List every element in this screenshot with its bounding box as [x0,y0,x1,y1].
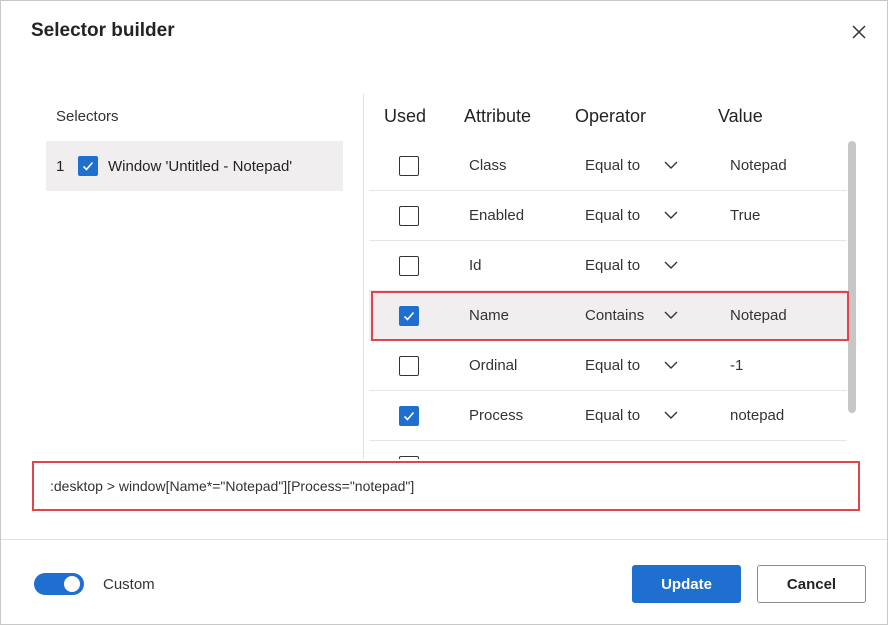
selector-builder-dialog: Selector builder Selectors 1 Window 'Unt… [0,0,888,625]
attribute-value: notepad [730,407,785,424]
table-row [369,441,847,459]
selector-label: Window 'Untitled - Notepad' [108,157,293,175]
selector-checkbox[interactable] [78,156,98,176]
chevron-down-icon[interactable] [663,357,679,373]
operator-dropdown[interactable]: Equal to [585,157,640,174]
used-checkbox[interactable] [399,356,419,376]
checkmark-icon [82,161,94,171]
column-header-operator: Operator [575,106,647,126]
update-button[interactable]: Update [632,565,741,603]
chevron-down-icon[interactable] [663,207,679,223]
selector-item[interactable]: 1 Window 'Untitled - Notepad' [46,141,343,191]
attribute-name: Class [469,157,507,174]
attribute-name: Ordinal [469,357,518,374]
attribute-name: Process [469,407,524,424]
close-icon [852,25,866,39]
attribute-value: -1 [730,357,744,374]
selector-text: :desktop > window[Name*="Notepad"][Proce… [50,478,415,494]
cancel-button[interactable]: Cancel [757,565,866,603]
selector-index: 1 [56,157,65,175]
used-checkbox[interactable] [399,306,419,326]
attribute-name: Id [469,257,482,274]
used-checkbox[interactable] [399,406,419,426]
column-header-value: Value [718,106,763,126]
attribute-value: True [730,207,761,224]
table-scrollbar[interactable] [848,141,856,413]
checkmark-icon [403,411,415,421]
checkmark-icon [403,311,415,321]
table-row: Process Equal to notepad [369,391,847,441]
operator-dropdown[interactable]: Equal to [585,407,640,424]
used-checkbox[interactable] [399,206,419,226]
chevron-down-icon[interactable] [663,157,679,173]
used-checkbox[interactable] [399,256,419,276]
used-checkbox[interactable] [399,456,419,459]
attribute-name: Enabled [469,207,525,224]
table-row: Class Equal to Notepad [369,141,847,191]
chevron-down-icon[interactable] [663,257,679,273]
footer-divider [1,539,887,540]
operator-dropdown[interactable]: Equal to [585,257,640,274]
attributes-table: Class Equal to Notepad Enabled Equal to … [369,141,847,459]
operator-dropdown[interactable]: Equal to [585,207,640,224]
attribute-name: Name [469,307,510,324]
table-row: Enabled Equal to True [369,191,847,241]
close-button[interactable] [845,18,873,46]
attribute-value: Notepad [730,307,787,324]
chevron-down-icon[interactable] [663,407,679,423]
table-row: Ordinal Equal to -1 [369,341,847,391]
column-header-attribute: Attribute [464,106,532,126]
toggle-knob [64,576,80,592]
custom-label: Custom [103,576,155,593]
selectors-label: Selectors [56,108,119,125]
operator-dropdown[interactable]: Contains [585,307,644,324]
panel-divider [363,94,364,459]
table-row: Id Equal to [369,241,847,291]
custom-toggle[interactable] [34,573,84,595]
dialog-title: Selector builder [31,20,175,41]
table-row: Name Contains Notepad [369,291,847,341]
used-checkbox[interactable] [399,156,419,176]
selector-preview[interactable]: :desktop > window[Name*="Notepad"][Proce… [32,461,860,511]
chevron-down-icon[interactable] [663,307,679,323]
attribute-value: Notepad [730,157,787,174]
operator-dropdown[interactable]: Equal to [585,357,640,374]
column-header-used: Used [384,106,427,126]
